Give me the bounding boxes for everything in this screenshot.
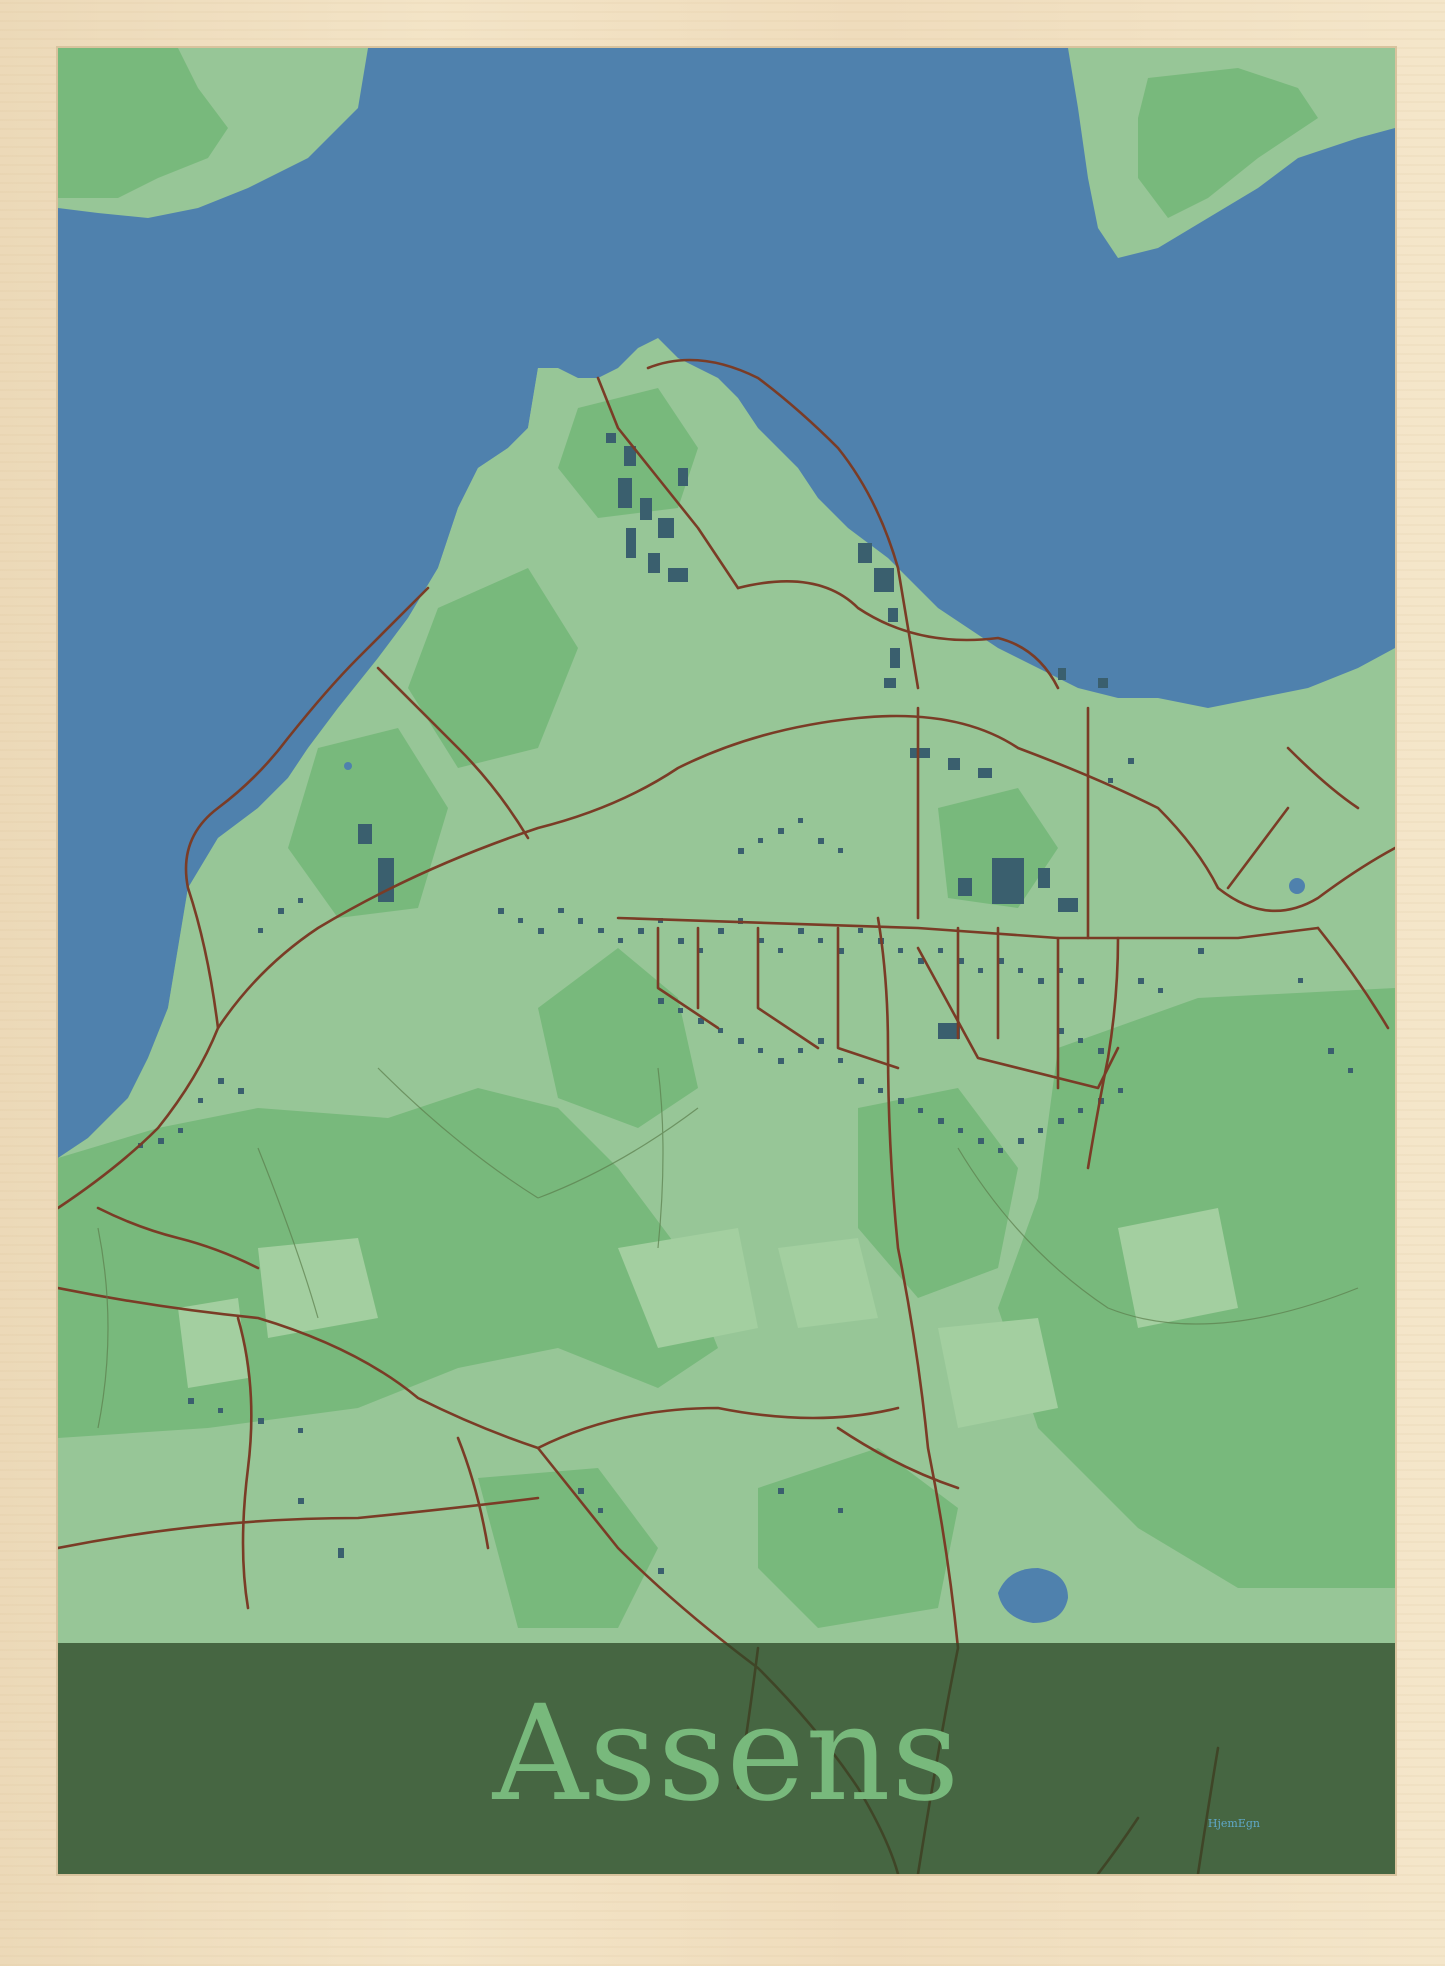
map-area: Assens HjemEgn [58, 48, 1395, 1874]
pond-east [1289, 878, 1305, 894]
city-title: Assens [492, 1677, 961, 1831]
pond-west [344, 762, 352, 770]
brand-mark: HjemEgn [1207, 1817, 1260, 1830]
poster-frame: Assens HjemEgn [0, 0, 1445, 1966]
map-svg [58, 48, 1395, 1874]
